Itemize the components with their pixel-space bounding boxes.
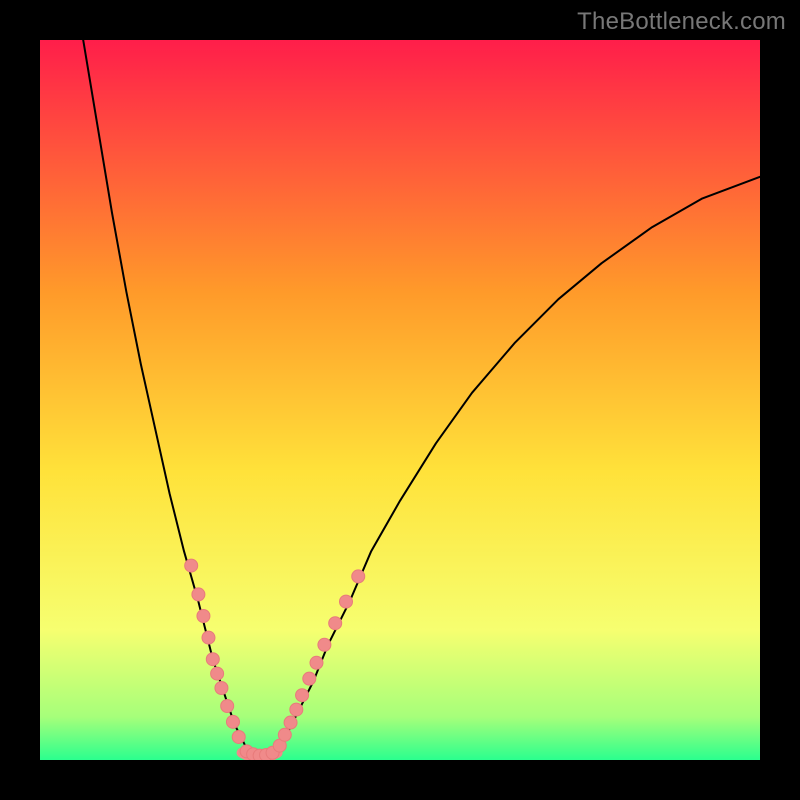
watermark-text: TheBottleneck.com: [577, 8, 786, 36]
data-marker: [226, 715, 239, 728]
data-marker: [211, 667, 224, 680]
data-marker: [221, 700, 234, 713]
data-marker: [310, 656, 323, 669]
data-marker: [197, 610, 210, 623]
data-marker: [215, 682, 228, 695]
data-marker: [192, 588, 205, 601]
data-marker: [284, 716, 297, 729]
chart-canvas: [40, 40, 760, 760]
data-marker: [290, 703, 303, 716]
data-marker: [185, 559, 198, 572]
data-marker: [318, 638, 331, 651]
data-marker: [232, 730, 245, 743]
data-marker: [202, 631, 215, 644]
data-marker: [278, 728, 291, 741]
data-marker: [296, 689, 309, 702]
data-marker: [303, 672, 316, 685]
data-marker: [206, 653, 219, 666]
data-marker: [340, 595, 353, 608]
data-marker: [329, 617, 342, 630]
plot-area: [40, 40, 760, 760]
outer-frame: TheBottleneck.com: [0, 0, 800, 800]
data-marker: [352, 570, 365, 583]
